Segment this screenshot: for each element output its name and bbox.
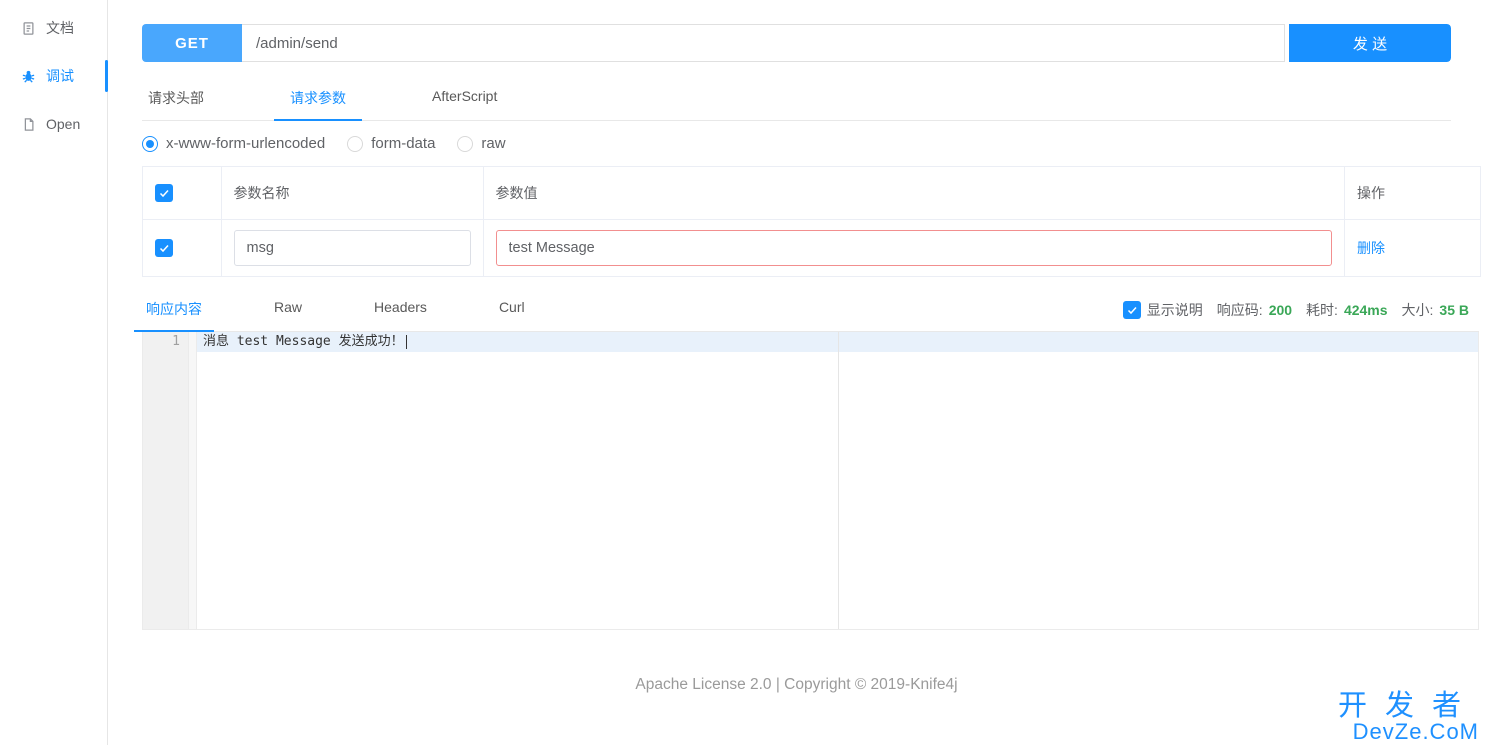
show-desc-checkbox[interactable]	[1123, 301, 1141, 319]
body-type-radio-group: x-www-form-urlencoded form-data raw	[142, 135, 1451, 152]
response-meta: 显示说明 响应码: 200 耗时: 424ms 大小: 35 B	[1123, 300, 1469, 330]
bug-icon	[20, 68, 36, 84]
size-value: 35 B	[1439, 302, 1469, 318]
sidebar-item-debug[interactable]: 调试	[0, 52, 107, 100]
tab-response-headers[interactable]: Headers	[370, 299, 431, 331]
editor-gutter: 1	[143, 332, 189, 629]
response-text: 消息 test Message 发送成功！	[203, 332, 404, 352]
sidebar-item-label: Open	[46, 116, 80, 132]
tab-response-curl[interactable]: Curl	[495, 299, 529, 331]
col-header-value: 参数值	[483, 167, 1345, 219]
sidebar-item-label: 调试	[46, 66, 74, 86]
response-tabs-row: 响应内容 Raw Headers Curl 显示说明 响应码: 200 耗时: …	[142, 299, 1479, 332]
param-value-input[interactable]	[496, 230, 1333, 266]
radio-label: x-www-form-urlencoded	[166, 135, 325, 152]
request-tabs: 请求头部 请求参数 AfterScript	[142, 88, 1451, 121]
editor-body[interactable]: 消息 test Message 发送成功！	[197, 332, 1478, 629]
radio-urlencoded[interactable]: x-www-form-urlencoded	[142, 135, 325, 152]
radio-icon	[142, 136, 158, 152]
col-header-ops: 操作	[1345, 167, 1481, 219]
col-header-name: 参数名称	[221, 167, 483, 219]
tab-response-body[interactable]: 响应内容	[142, 299, 206, 331]
select-all-checkbox[interactable]	[155, 184, 173, 202]
http-method-button[interactable]: GET	[142, 24, 242, 62]
sidebar-item-label: 文档	[46, 18, 74, 38]
size-label: 大小:	[1402, 300, 1434, 320]
time-label: 耗时:	[1306, 300, 1338, 320]
status-label: 响应码:	[1217, 300, 1263, 320]
editor-fold-gutter	[189, 332, 197, 629]
table-header-row: 参数名称 参数值 操作	[143, 167, 1481, 219]
text-cursor-icon	[406, 335, 407, 349]
radio-icon	[347, 136, 363, 152]
param-name-input[interactable]	[234, 230, 471, 266]
params-table: 参数名称 参数值 操作 删除	[142, 166, 1481, 277]
tab-request-params[interactable]: 请求参数	[284, 88, 352, 120]
radio-label: raw	[481, 135, 505, 152]
tab-response-raw[interactable]: Raw	[270, 299, 306, 331]
delete-link[interactable]: 删除	[1357, 240, 1385, 256]
url-input[interactable]	[242, 24, 1285, 62]
tab-request-headers[interactable]: 请求头部	[142, 88, 210, 120]
radio-raw[interactable]: raw	[457, 135, 505, 152]
tab-afterscript[interactable]: AfterScript	[426, 88, 503, 120]
sidebar-item-doc[interactable]: 文档	[0, 4, 107, 52]
send-button[interactable]: 发 送	[1289, 24, 1451, 62]
table-row: 删除	[143, 219, 1481, 276]
sidebar: 文档 调试 Open	[0, 0, 108, 745]
sidebar-item-open[interactable]: Open	[0, 100, 107, 148]
editor-split-line	[838, 332, 839, 629]
status-value: 200	[1269, 302, 1292, 318]
response-tabs: 响应内容 Raw Headers Curl	[142, 299, 1123, 331]
footer-text: Apache License 2.0 | Copyright © 2019-Kn…	[108, 676, 1485, 694]
main-panel: GET 发 送 请求头部 请求参数 AfterScript x-www-form…	[108, 0, 1485, 745]
row-checkbox[interactable]	[155, 239, 173, 257]
radio-form-data[interactable]: form-data	[347, 135, 435, 152]
document-icon	[20, 20, 36, 36]
request-bar: GET 发 送	[142, 24, 1451, 62]
time-value: 424ms	[1344, 302, 1388, 318]
show-desc-label: 显示说明	[1147, 300, 1203, 320]
page-icon	[20, 116, 36, 132]
radio-label: form-data	[371, 135, 435, 152]
radio-icon	[457, 136, 473, 152]
line-number: 1	[143, 332, 180, 352]
response-editor[interactable]: 1 消息 test Message 发送成功！	[142, 332, 1479, 630]
